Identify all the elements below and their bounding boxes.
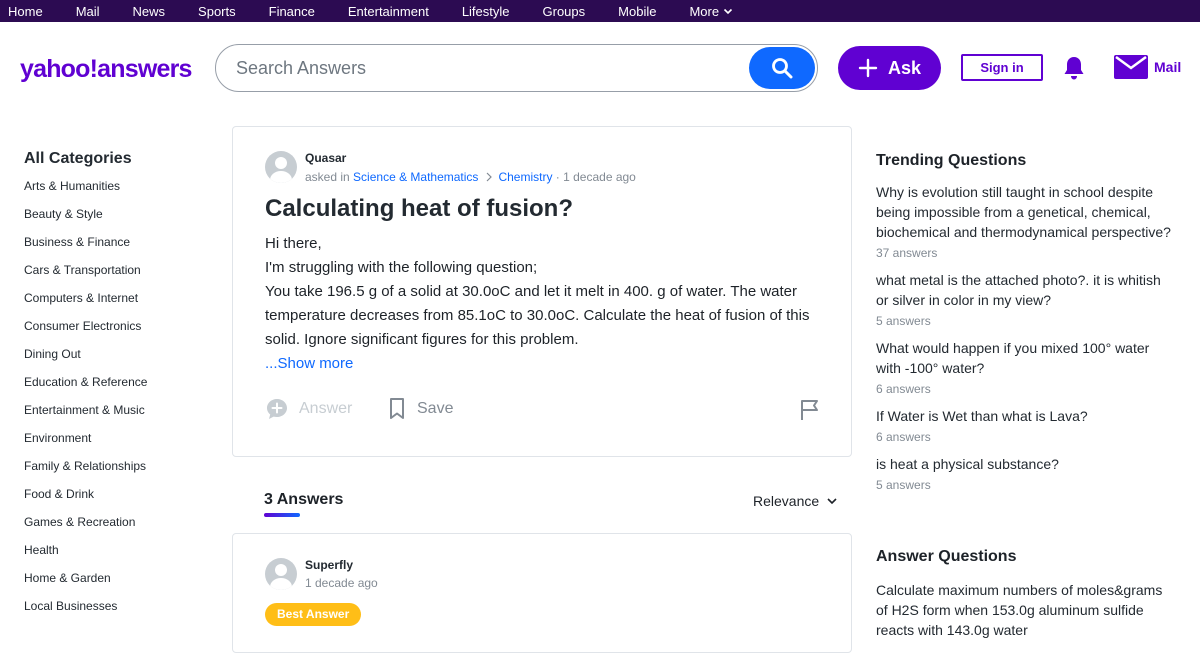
search-input[interactable] <box>236 45 736 91</box>
flag-icon <box>801 400 818 420</box>
trending-answer-count: 6 answers <box>876 430 931 444</box>
category-link[interactable]: Education & Reference <box>24 373 204 401</box>
nav-more-label: More <box>689 3 720 19</box>
answer-button[interactable]: Answer <box>265 397 352 421</box>
category-link[interactable]: Health <box>24 541 204 569</box>
trending-questions-panel: Trending Questions Why is evolution stil… <box>876 152 1176 502</box>
trending-answer-count: 5 answers <box>876 478 931 492</box>
ask-label: Ask <box>887 57 922 78</box>
nav-mobile[interactable]: Mobile <box>618 4 656 19</box>
trending-answer-count: 6 answers <box>876 382 931 396</box>
trending-item[interactable]: If Water is Wet than what is Lava? 6 ans… <box>876 406 1176 444</box>
sign-in-button[interactable]: Sign in <box>961 54 1043 81</box>
question-title: Calculating heat of fusion? <box>265 195 574 222</box>
best-answer-badge: Best Answer <box>265 603 362 626</box>
add-answer-icon <box>267 399 287 419</box>
answer-time: 1 decade ago <box>305 576 378 590</box>
question-card: Quasar asked in Science & Mathematics Ch… <box>232 126 852 457</box>
plus-icon <box>858 58 878 78</box>
asker-avatar[interactable] <box>265 151 297 183</box>
site-header: yahoo!answers Ask Sign in Mail <box>0 22 1200 114</box>
trending-answer-count: 37 answers <box>876 246 938 260</box>
category-link[interactable]: Computers & Internet <box>24 289 204 317</box>
trending-question-text[interactable]: If Water is Wet than what is Lava? <box>876 406 1176 426</box>
top-nav-bar: Home Mail News Sports Finance Entertainm… <box>0 0 1200 22</box>
bookmark-icon <box>390 398 404 419</box>
category-link[interactable]: Food & Drink <box>24 485 204 513</box>
question-actions: Answer Save <box>265 397 821 425</box>
show-more-link[interactable]: ...Show more <box>265 352 825 376</box>
question-time: · 1 decade ago <box>555 170 636 184</box>
category-link[interactable]: Home & Garden <box>24 569 204 597</box>
notification-bell[interactable] <box>1062 55 1086 86</box>
category-link[interactable]: Entertainment & Music <box>24 401 204 429</box>
report-button[interactable] <box>799 399 821 426</box>
asker-name[interactable]: Quasar <box>305 151 346 165</box>
question-body-line: You take 196.5 g of a solid at 30.0oC an… <box>265 283 810 348</box>
question-body-line: I'm struggling with the following questi… <box>265 259 538 276</box>
category-link[interactable]: Family & Relationships <box>24 457 204 485</box>
mail-link[interactable]: Mail <box>1114 55 1181 79</box>
mail-label: Mail <box>1154 59 1182 75</box>
mail-icon <box>1114 55 1148 79</box>
question-body: Hi there, I'm struggling with the follow… <box>265 232 825 376</box>
category-link[interactable]: Environment <box>24 429 204 457</box>
answers-tab-underline <box>264 513 300 517</box>
trending-item[interactable]: what metal is the attached photo?. it is… <box>876 270 1176 328</box>
nav-mail[interactable]: Mail <box>76 4 100 19</box>
search-bar <box>215 44 818 92</box>
category-link[interactable]: Business & Finance <box>24 233 204 261</box>
save-label: Save <box>417 400 454 417</box>
category-link[interactable]: Games & Recreation <box>24 513 204 541</box>
chevron-down-icon <box>724 8 733 15</box>
nav-home[interactable]: Home <box>8 4 43 19</box>
trending-question-text[interactable]: Why is evolution still taught in school … <box>876 182 1176 242</box>
category-link[interactable]: Cars & Transportation <box>24 261 204 289</box>
trending-answer-count: 5 answers <box>876 314 931 328</box>
answers-count-heading: 3 Answers <box>264 491 344 508</box>
answer-question-item[interactable]: Calculate maximum numbers of moles&grams… <box>876 580 1176 640</box>
trending-question-text[interactable]: what metal is the attached photo?. it is… <box>876 270 1176 310</box>
search-button[interactable] <box>749 47 815 89</box>
category-link[interactable]: Dining Out <box>24 345 204 373</box>
category-breadcrumb-link[interactable]: Science & Mathematics <box>353 170 478 184</box>
question-body-line: Hi there, <box>265 235 322 252</box>
nav-sports[interactable]: Sports <box>198 4 236 19</box>
chevron-right-icon <box>487 172 493 182</box>
category-link[interactable]: Consumer Electronics <box>24 317 204 345</box>
answerer-name[interactable]: Superfly <box>305 558 353 572</box>
sort-label: Relevance <box>753 493 820 509</box>
nav-entertainment[interactable]: Entertainment <box>348 4 429 19</box>
trending-item[interactable]: is heat a physical substance? 5 answers <box>876 454 1176 492</box>
asked-in-text: asked in <box>305 170 350 184</box>
search-icon <box>772 58 793 79</box>
trending-item[interactable]: Why is evolution still taught in school … <box>876 182 1176 260</box>
trending-question-text[interactable]: is heat a physical substance? <box>876 454 1176 474</box>
sort-dropdown[interactable]: Relevance <box>753 493 838 509</box>
bell-icon <box>1064 57 1084 80</box>
answer-card: Superfly 1 decade ago Best Answer <box>232 533 852 653</box>
nav-finance[interactable]: Finance <box>269 4 315 19</box>
nav-groups[interactable]: Groups <box>543 4 586 19</box>
yahoo-answers-logo[interactable]: yahoo!answers <box>20 55 192 84</box>
nav-news[interactable]: News <box>133 4 166 19</box>
answer-questions-title: Answer Questions <box>876 548 1017 565</box>
category-link[interactable]: Beauty & Style <box>24 205 204 233</box>
sidebar-title: All Categories <box>24 150 132 167</box>
trending-title: Trending Questions <box>876 152 1027 169</box>
categories-sidebar: All Categories Arts & Humanities Beauty … <box>24 150 204 625</box>
question-meta: asked in Science & Mathematics Chemistry… <box>305 170 636 184</box>
category-link[interactable]: Arts & Humanities <box>24 177 204 205</box>
answerer-avatar[interactable] <box>265 558 297 590</box>
trending-item[interactable]: What would happen if you mixed 100° wate… <box>876 338 1176 396</box>
trending-question-text[interactable]: What would happen if you mixed 100° wate… <box>876 338 1176 378</box>
nav-lifestyle[interactable]: Lifestyle <box>462 4 510 19</box>
answer-label: Answer <box>299 400 353 417</box>
subcategory-breadcrumb-link[interactable]: Chemistry <box>498 170 552 184</box>
category-link[interactable]: Local Businesses <box>24 597 204 625</box>
nav-more[interactable]: More <box>689 4 733 19</box>
chevron-down-icon <box>827 498 837 505</box>
save-button[interactable]: Save <box>387 397 453 421</box>
ask-button[interactable]: Ask <box>838 46 941 90</box>
